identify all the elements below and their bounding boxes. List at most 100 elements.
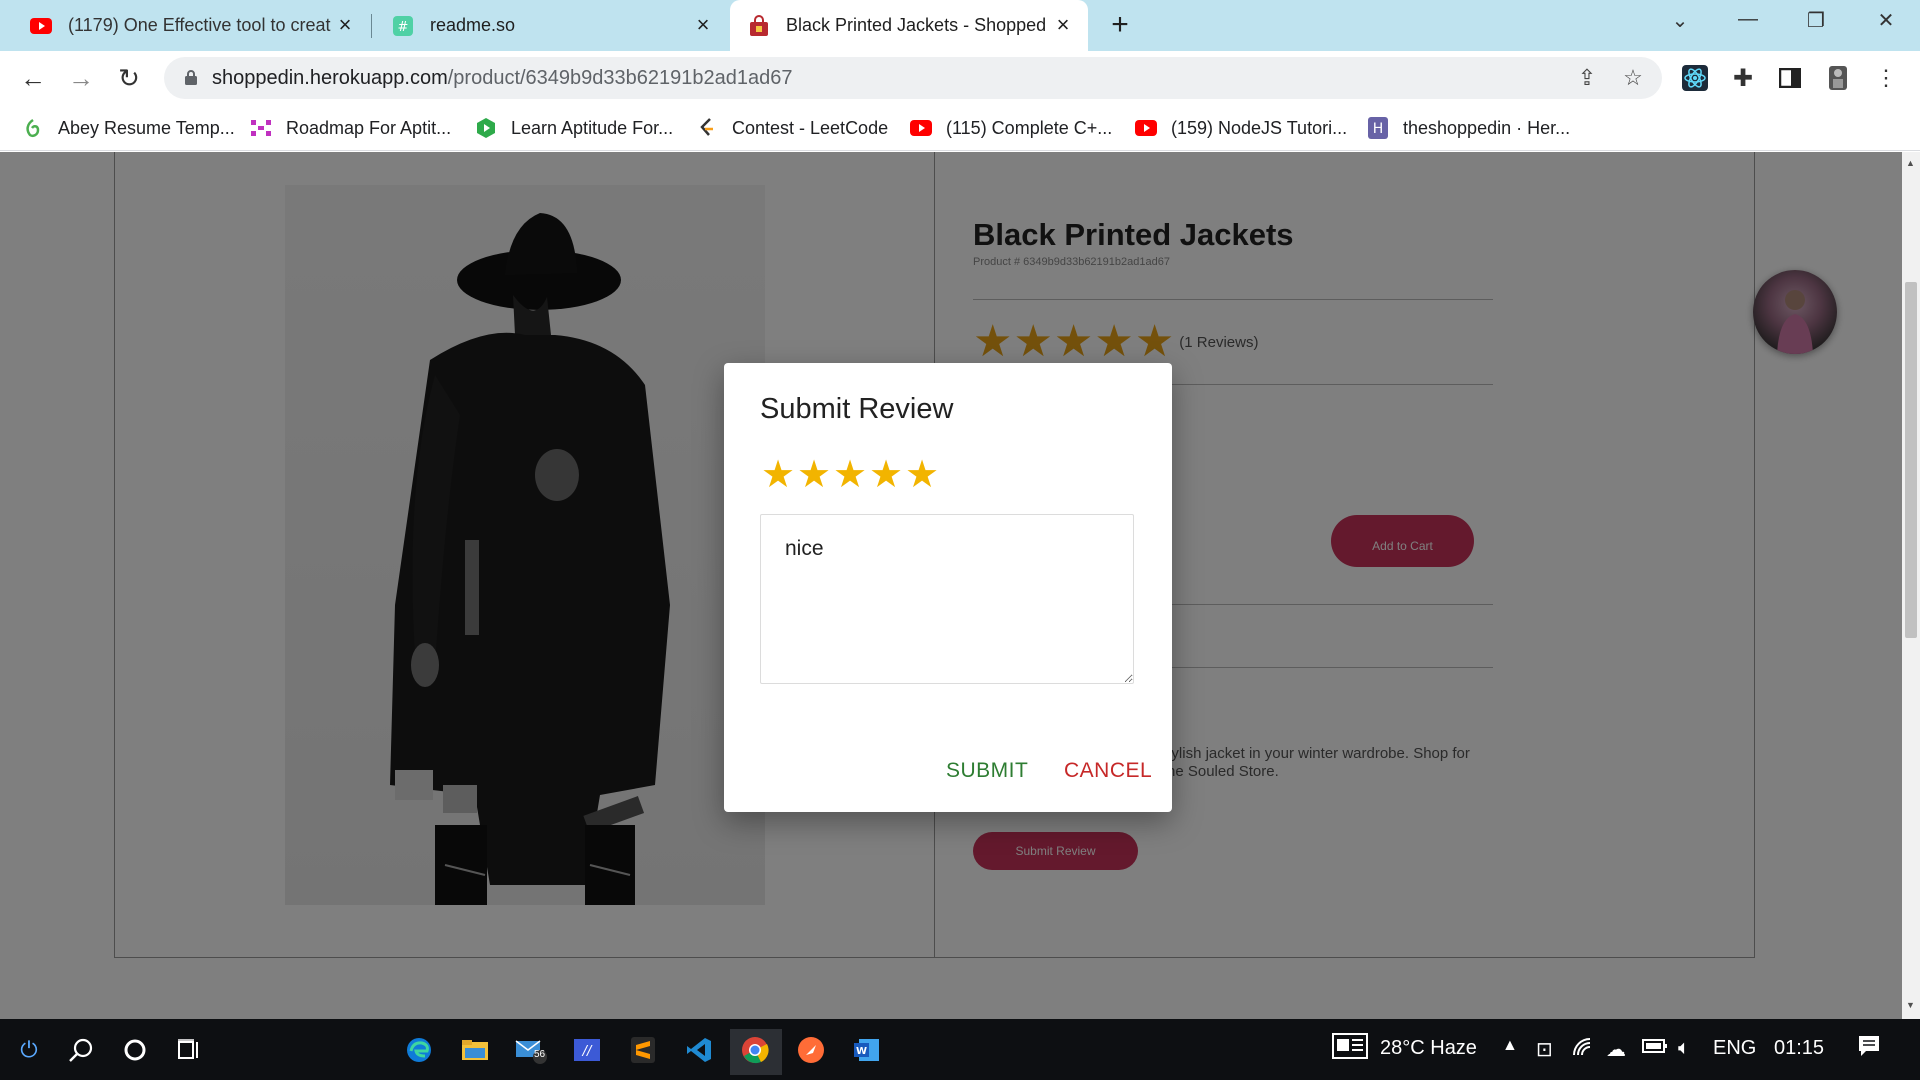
new-tab-button[interactable]: + — [1104, 10, 1136, 42]
youtube-icon — [910, 117, 932, 139]
bookmark-label: Learn Aptitude For... — [511, 117, 674, 138]
close-tab-icon[interactable]: × — [334, 14, 356, 36]
dialog-cancel-button[interactable]: CANCEL — [1064, 759, 1152, 783]
dialog-submit-button[interactable]: SUBMIT — [946, 759, 1028, 783]
browser-tab-strip: (1179) One Effective tool to creat × # r… — [0, 0, 1920, 51]
svg-text:#: # — [398, 20, 409, 35]
power-icon[interactable]: ⏻ — [12, 1033, 46, 1067]
vscode-icon[interactable] — [682, 1033, 716, 1067]
bookmarks-bar: Abey Resume Temp... Roadmap For Aptit...… — [0, 105, 1920, 151]
onedrive-icon[interactable]: ☁ — [1606, 1037, 1626, 1062]
volume-icon[interactable]: 🔈︎ — [1678, 1037, 1690, 1060]
bookmark-label: theshoppedin · Her... — [1403, 117, 1571, 138]
heroku-icon: H — [1367, 117, 1389, 139]
address-bar[interactable]: shoppedin.herokuapp.com/product/6349b9d3… — [164, 57, 1662, 99]
reload-button[interactable]: ↻ — [114, 63, 144, 93]
url-text: shoppedin.herokuapp.com/product/6349b9d3… — [212, 67, 793, 90]
language-indicator[interactable]: ENG — [1713, 1037, 1756, 1060]
tab-title: readme.so — [430, 15, 516, 35]
bookmark-label: (115) Complete C+... — [946, 117, 1113, 138]
postman-icon[interactable] — [794, 1033, 828, 1067]
bookmark-item[interactable]: Roadmap For Aptit... — [250, 115, 451, 141]
readme-icon: # — [392, 15, 414, 37]
bookmark-star-icon[interactable]: ☆ — [1620, 65, 1646, 91]
tab-search-icon[interactable]: ⌄ — [1660, 8, 1700, 38]
weather-text[interactable]: 28°C Haze — [1380, 1037, 1477, 1060]
youtube-icon — [30, 15, 52, 37]
rating-input[interactable]: ★ ★ ★ ★ ★ — [760, 455, 940, 495]
youtube-icon — [1135, 117, 1157, 139]
star-5-icon[interactable]: ★ — [904, 455, 940, 495]
cortana-icon[interactable] — [118, 1033, 152, 1067]
chrome-icon[interactable] — [738, 1033, 772, 1067]
roadmap-icon — [250, 117, 272, 139]
close-tab-icon[interactable]: × — [692, 14, 714, 36]
wifi-icon[interactable] — [1572, 1037, 1594, 1063]
overleaf-icon — [22, 117, 44, 139]
notifications-icon[interactable] — [1858, 1035, 1880, 1063]
share-icon[interactable]: ⇪ — [1574, 65, 1600, 91]
star-3-icon[interactable]: ★ — [832, 455, 868, 495]
scroll-up-icon[interactable]: ▲ — [1906, 158, 1915, 168]
visual-studio-icon[interactable]: // — [570, 1033, 604, 1067]
battery-icon[interactable] — [1642, 1037, 1668, 1061]
tab-readme[interactable]: # readme.so × — [372, 0, 728, 51]
leetcode-icon — [696, 117, 718, 139]
close-tab-icon[interactable]: × — [1052, 14, 1074, 36]
bookmark-label: Abey Resume Temp... — [58, 117, 235, 138]
side-panel-icon[interactable] — [1776, 64, 1804, 92]
svg-text://: // — [582, 1044, 593, 1059]
tab-title: (1179) One Effective tool to creat — [68, 15, 331, 35]
extensions-icon[interactable]: ✚ — [1729, 64, 1757, 92]
browser-toolbar: ← → ↻ shoppedin.herokuapp.com/product/63… — [0, 51, 1920, 105]
bookmark-item[interactable]: Learn Aptitude For... — [475, 115, 673, 141]
menu-icon[interactable]: ⋮ — [1872, 64, 1900, 92]
dialog-title: Submit Review — [760, 393, 954, 425]
svg-text:W: W — [856, 1046, 867, 1057]
bookmark-label: Roadmap For Aptit... — [286, 117, 452, 138]
tab-title: Black Printed Jackets - ShoppedIn — [786, 15, 1046, 35]
bookmark-item[interactable]: H theshoppedin · Her... — [1367, 115, 1570, 141]
submit-review-dialog: Submit Review ★ ★ ★ ★ ★ nice SUBMIT CANC… — [724, 363, 1172, 812]
bookmark-label: Contest - LeetCode — [732, 117, 889, 138]
task-view-icon[interactable] — [172, 1033, 206, 1067]
news-widget-icon[interactable] — [1332, 1033, 1368, 1065]
star-2-icon[interactable]: ★ — [796, 455, 832, 495]
lock-icon — [185, 70, 197, 85]
restore-button[interactable]: ❐ — [1796, 8, 1836, 38]
mail-icon[interactable]: 56 — [514, 1033, 548, 1067]
mail-badge: 56 — [534, 1049, 546, 1060]
edge-icon[interactable] — [402, 1033, 436, 1067]
tab-shoppedin[interactable]: Black Printed Jackets - ShoppedIn × — [730, 0, 1088, 51]
close-window-button[interactable]: ✕ — [1866, 8, 1906, 38]
scroll-thumb[interactable] — [1905, 282, 1917, 638]
word-icon[interactable]: W — [850, 1033, 884, 1067]
search-icon[interactable] — [64, 1033, 98, 1067]
sublime-text-icon[interactable] — [626, 1033, 660, 1067]
minimize-button[interactable]: — — [1728, 8, 1768, 38]
bookmark-label: (159) NodeJS Tutori... — [1171, 117, 1348, 138]
meet-now-icon[interactable]: ⊡ — [1536, 1037, 1553, 1062]
file-explorer-icon[interactable] — [458, 1033, 492, 1067]
show-hidden-icons-icon[interactable]: ▲ — [1502, 1037, 1518, 1055]
tab-youtube[interactable]: (1179) One Effective tool to creat × — [0, 0, 370, 51]
url-path: /product/6349b9d33b62191b2ad1ad67 — [447, 67, 793, 89]
star-1-icon[interactable]: ★ — [760, 455, 796, 495]
bookmark-item[interactable]: Contest - LeetCode — [696, 115, 888, 141]
bookmark-item[interactable]: (159) NodeJS Tutori... — [1135, 115, 1347, 141]
react-devtools-icon[interactable] — [1681, 64, 1709, 92]
bookmark-item[interactable]: Abey Resume Temp... — [22, 115, 235, 141]
url-domain: shoppedin.herokuapp.com — [212, 67, 448, 89]
scroll-down-icon[interactable]: ▼ — [1906, 1000, 1915, 1010]
shoppedin-icon — [748, 14, 770, 37]
bookmark-item[interactable]: (115) Complete C+... — [910, 115, 1112, 141]
page-scrollbar[interactable]: ▲ ▼ — [1902, 152, 1920, 1019]
back-button[interactable]: ← — [18, 63, 48, 93]
forward-button[interactable]: → — [66, 63, 96, 93]
review-textarea[interactable]: nice — [760, 514, 1134, 684]
profile-icon[interactable] — [1824, 64, 1852, 92]
star-4-icon[interactable]: ★ — [868, 455, 904, 495]
aptitude-icon — [475, 117, 497, 139]
clock[interactable]: 01:15 — [1774, 1037, 1824, 1060]
svg-text:H: H — [1373, 121, 1384, 137]
